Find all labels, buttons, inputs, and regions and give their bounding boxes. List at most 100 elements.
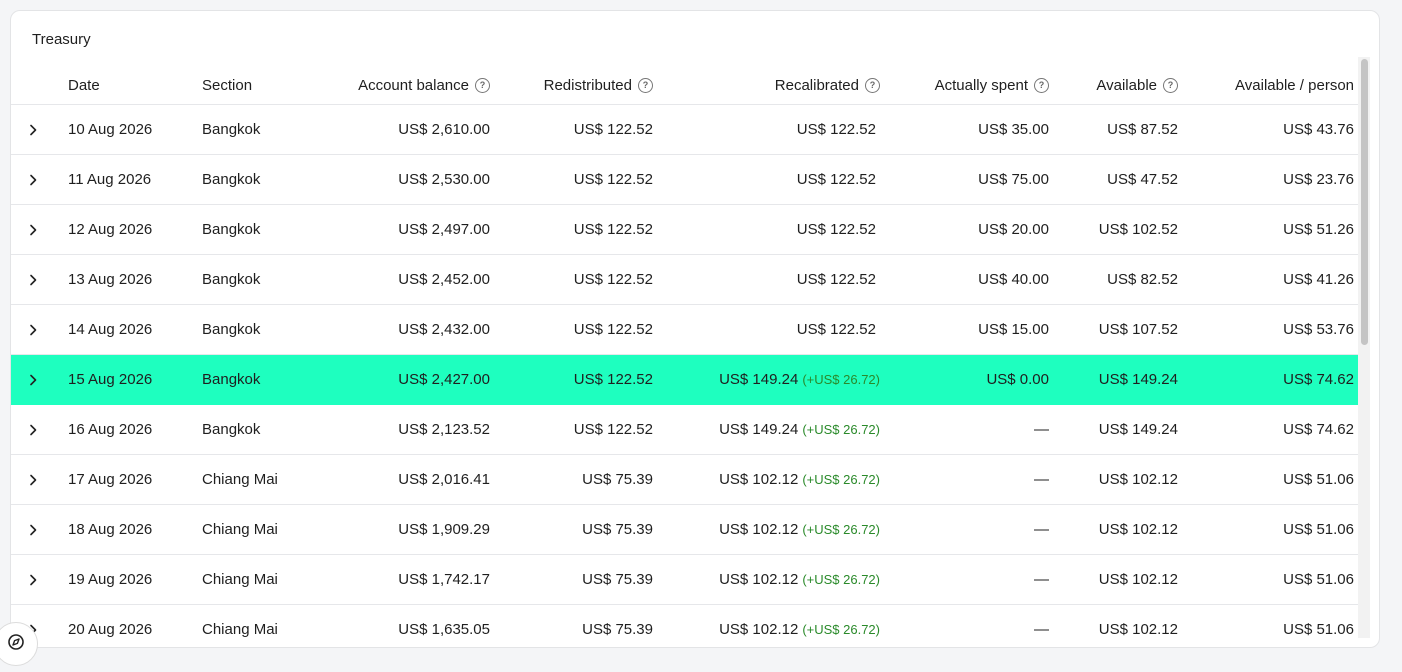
cell-available: US$ 149.24 <box>1098 371 1178 388</box>
cell-available: US$ 102.12 <box>1098 621 1178 638</box>
cell-available-person: US$ 43.76 <box>1283 121 1354 138</box>
expand-row-button[interactable] <box>11 455 55 504</box>
table-row[interactable]: 20 Aug 2026 Chiang Mai US$ 1,635.05 US$ … <box>11 605 1367 647</box>
cell-balance: US$ 2,123.52 <box>398 421 490 438</box>
cell-recalibrated: US$ 149.24 (+US$ 26.72) <box>719 355 880 404</box>
table-row[interactable]: 15 Aug 2026 Bangkok US$ 2,427.00 US$ 122… <box>11 355 1367 405</box>
header-section[interactable]: Section <box>202 66 252 104</box>
cell-section: Chiang Mai <box>202 621 278 638</box>
cell-spent: — <box>1034 571 1049 588</box>
table-row[interactable]: 18 Aug 2026 Chiang Mai US$ 1,909.29 US$ … <box>11 505 1367 555</box>
compass-button[interactable] <box>0 622 38 666</box>
cell-spent: — <box>1034 621 1049 638</box>
recalibrated-delta: (+US$ 26.72) <box>802 522 880 537</box>
recalibrated-value: US$ 149.24 <box>719 421 799 438</box>
help-icon[interactable]: ? <box>1034 77 1049 93</box>
cell-section: Bangkok <box>202 271 261 288</box>
header-recalibrated[interactable]: Recalibrated ? <box>775 66 880 104</box>
header-recalibrated-label: Recalibrated <box>774 76 859 94</box>
cell-balance: US$ 1,909.29 <box>398 521 490 538</box>
header-spent[interactable]: Actually spent ? <box>935 66 1049 104</box>
recalibrated-delta: (+US$ 26.72) <box>802 372 880 387</box>
help-icon[interactable]: ? <box>865 77 880 93</box>
cell-date: 15 Aug 2026 <box>68 371 153 388</box>
chevron-right-icon <box>28 274 38 286</box>
cell-section: Bangkok <box>202 171 261 188</box>
cell-available: US$ 102.12 <box>1098 521 1178 538</box>
header-available-person[interactable]: Available / person <box>1235 66 1354 104</box>
cell-available: US$ 87.52 <box>1107 121 1178 138</box>
cell-recalibrated: US$ 102.12 (+US$ 26.72) <box>719 555 880 604</box>
cell-available-person: US$ 74.62 <box>1283 421 1354 438</box>
cell-redistributed: US$ 122.52 <box>573 421 653 438</box>
cell-spent: — <box>1034 471 1049 488</box>
cell-spent: US$ 20.00 <box>978 221 1049 238</box>
cell-redistributed: US$ 75.39 <box>582 521 653 538</box>
chevron-right-icon <box>28 524 38 536</box>
table-row[interactable]: 13 Aug 2026 Bangkok US$ 2,452.00 US$ 122… <box>11 255 1367 305</box>
cell-balance: US$ 2,016.41 <box>398 471 490 488</box>
header-date[interactable]: Date <box>68 66 100 104</box>
cell-redistributed: US$ 75.39 <box>582 621 653 638</box>
table-row[interactable]: 14 Aug 2026 Bangkok US$ 2,432.00 US$ 122… <box>11 305 1367 355</box>
cell-redistributed: US$ 75.39 <box>582 571 653 588</box>
cell-spent: — <box>1034 421 1049 438</box>
compass-icon <box>7 633 25 656</box>
chevron-right-icon <box>28 124 38 136</box>
header-balance-label: Account balance <box>358 76 469 94</box>
expand-row-button[interactable] <box>11 505 55 554</box>
expand-row-button[interactable] <box>11 355 55 404</box>
expand-row-button[interactable] <box>11 305 55 354</box>
table-body: 10 Aug 2026 Bangkok US$ 2,610.00 US$ 122… <box>11 105 1367 647</box>
header-available[interactable]: Available ? <box>1096 66 1178 104</box>
scrollbar-thumb[interactable] <box>1361 59 1368 345</box>
chevron-right-icon <box>28 574 38 586</box>
recalibrated-value: US$ 102.12 <box>719 471 799 488</box>
cell-available-person: US$ 51.06 <box>1283 571 1354 588</box>
cell-available: US$ 107.52 <box>1098 321 1178 338</box>
cell-date: 19 Aug 2026 <box>68 571 153 588</box>
cell-redistributed: US$ 122.52 <box>573 271 653 288</box>
header-redistributed-label: Redistributed <box>543 76 632 94</box>
cell-section: Bangkok <box>202 121 261 138</box>
cell-section: Bangkok <box>202 421 261 438</box>
expand-row-button[interactable] <box>11 105 55 154</box>
recalibrated-delta: (+US$ 26.72) <box>802 422 880 437</box>
table-row[interactable]: 10 Aug 2026 Bangkok US$ 2,610.00 US$ 122… <box>11 105 1367 155</box>
cell-recalibrated: US$ 102.12 (+US$ 26.72) <box>719 505 880 554</box>
table-row[interactable]: 17 Aug 2026 Chiang Mai US$ 2,016.41 US$ … <box>11 455 1367 505</box>
table-row[interactable]: 12 Aug 2026 Bangkok US$ 2,497.00 US$ 122… <box>11 205 1367 255</box>
cell-section: Bangkok <box>202 371 261 388</box>
expand-row-button[interactable] <box>11 155 55 204</box>
expand-row-button[interactable] <box>11 555 55 604</box>
cell-balance: US$ 2,452.00 <box>398 271 490 288</box>
expand-row-button[interactable] <box>11 255 55 304</box>
recalibrated-delta: (+US$ 26.72) <box>802 572 880 587</box>
recalibrated-value: US$ 102.12 <box>719 571 799 588</box>
cell-recalibrated: US$ 122.52 <box>797 155 880 204</box>
cell-section: Chiang Mai <box>202 521 278 538</box>
recalibrated-delta: (+US$ 26.72) <box>802 622 880 637</box>
help-icon[interactable]: ? <box>475 77 490 93</box>
expand-row-button[interactable] <box>11 205 55 254</box>
cell-balance: US$ 1,742.17 <box>398 571 490 588</box>
table-header: Date Section Account balance ? Redistrib… <box>11 66 1367 105</box>
help-icon[interactable]: ? <box>638 77 653 93</box>
recalibrated-value: US$ 122.52 <box>796 171 876 188</box>
cell-balance: US$ 2,530.00 <box>398 171 490 188</box>
cell-section: Chiang Mai <box>202 571 278 588</box>
cell-date: 13 Aug 2026 <box>68 271 153 288</box>
table-row[interactable]: 11 Aug 2026 Bangkok US$ 2,530.00 US$ 122… <box>11 155 1367 205</box>
cell-date: 10 Aug 2026 <box>68 121 153 138</box>
expand-row-button[interactable] <box>11 405 55 454</box>
recalibrated-value: US$ 122.52 <box>796 271 876 288</box>
table-row[interactable]: 19 Aug 2026 Chiang Mai US$ 1,742.17 US$ … <box>11 555 1367 605</box>
cell-date: 17 Aug 2026 <box>68 471 153 488</box>
recalibrated-value: US$ 122.52 <box>796 121 876 138</box>
header-redistributed[interactable]: Redistributed ? <box>544 66 653 104</box>
cell-available: US$ 47.52 <box>1107 171 1178 188</box>
table-row[interactable]: 16 Aug 2026 Bangkok US$ 2,123.52 US$ 122… <box>11 405 1367 455</box>
treasury-table: Date Section Account balance ? Redistrib… <box>11 66 1367 647</box>
help-icon[interactable]: ? <box>1163 77 1178 93</box>
header-balance[interactable]: Account balance ? <box>358 66 490 104</box>
